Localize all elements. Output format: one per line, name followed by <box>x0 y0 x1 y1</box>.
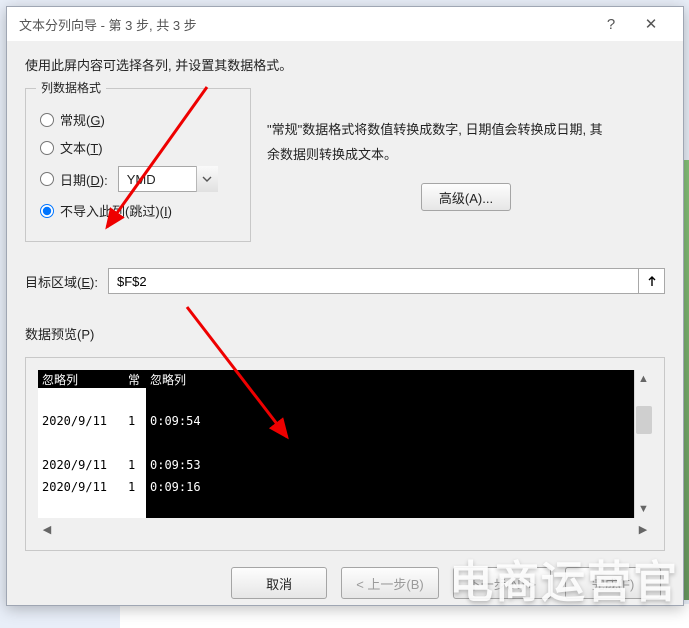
table-cell <box>124 388 146 410</box>
table-cell: 2020/9/11 <box>38 410 124 432</box>
titlebar: 文本分列向导 - 第 3 步, 共 3 步 ? ✕ <box>7 7 683 41</box>
scroll-down-icon[interactable]: ▼ <box>635 500 653 518</box>
table-cell: 0:09:16 <box>146 476 652 498</box>
table-cell: 2020/9/11 <box>38 476 124 498</box>
table-cell: 0:09:54 <box>146 410 652 432</box>
radio-general[interactable]: 常规(G) <box>40 110 236 129</box>
chevron-down-icon[interactable] <box>196 166 218 192</box>
preview-col-2[interactable]: 常 1 1 1 <box>124 370 146 518</box>
wizard-dialog: 文本分列向导 - 第 3 步, 共 3 步 ? ✕ 使用此屏内容可选择各列, 并… <box>6 6 684 606</box>
radio-date-label: 日期( <box>60 173 90 188</box>
scrollbar-thumb[interactable] <box>636 406 652 434</box>
table-cell: 1 <box>124 454 146 476</box>
group-legend: 列数据格式 <box>36 79 106 96</box>
preview-col1-header: 忽略列 <box>38 370 124 388</box>
close-button[interactable]: ✕ <box>631 7 671 41</box>
destination-label: 目标区域(E): <box>25 272 98 291</box>
scroll-up-icon[interactable]: ▲ <box>635 370 653 388</box>
cancel-button[interactable]: 取消 <box>231 567 327 599</box>
finish-button[interactable]: 完成(F) <box>565 567 661 599</box>
preview-box: 忽略列 2020/9/11 2020/9/11 2020/9/11 常 1 <box>25 357 665 551</box>
table-cell: 1 <box>124 476 146 498</box>
preview-col-1[interactable]: 忽略列 2020/9/11 2020/9/11 2020/9/11 <box>38 370 124 518</box>
column-format-group: 列数据格式 常规(G) 文本(T) 日期(D): <box>25 88 251 242</box>
table-cell <box>38 432 124 454</box>
table-cell: 2020/9/11 <box>38 454 124 476</box>
scroll-right-icon[interactable]: ▶ <box>634 520 652 538</box>
radio-skip-input[interactable] <box>40 204 54 218</box>
radio-date-input[interactable] <box>40 172 54 186</box>
range-picker-icon[interactable] <box>639 268 665 294</box>
format-description: "常规"数据格式将数值转换成数字, 日期值会转换成日期, 其 余数据则转换成文本… <box>267 118 665 167</box>
dialog-footer: 取消 < 上一步(B) 下一步(N) > 完成(F) <box>25 567 665 599</box>
help-button[interactable]: ? <box>591 7 631 41</box>
preview-col-3[interactable]: 忽略列 0:09:54 0:09:53 0:09:16 <box>146 370 652 518</box>
preview-grid[interactable]: 忽略列 2020/9/11 2020/9/11 2020/9/11 常 1 <box>38 370 652 518</box>
table-cell: 0:09:53 <box>146 454 652 476</box>
preview-label: 数据预览(P) <box>25 324 665 343</box>
radio-skip[interactable]: 不导入此列(跳过)(I) <box>40 201 236 220</box>
destination-input[interactable] <box>108 268 639 294</box>
horizontal-scrollbar[interactable]: ◀ ▶ <box>38 520 652 538</box>
radio-general-input[interactable] <box>40 113 54 127</box>
back-button[interactable]: < 上一步(B) <box>341 567 439 599</box>
table-cell <box>38 388 124 410</box>
table-cell <box>146 432 652 454</box>
radio-general-hotkey: G <box>90 113 100 128</box>
date-format-value: YMD <box>127 172 156 187</box>
table-cell <box>124 432 146 454</box>
advanced-button[interactable]: 高级(A)... <box>421 183 511 211</box>
radio-date-hotkey: D <box>90 173 99 188</box>
radio-general-label: 常规( <box>60 113 90 128</box>
radio-date[interactable]: 日期(D): YMD <box>40 166 236 192</box>
radio-skip-label: 不导入此列(跳过)( <box>60 204 164 219</box>
dialog-subtitle: 使用此屏内容可选择各列, 并设置其数据格式。 <box>25 55 665 74</box>
preview-col3-header: 忽略列 <box>146 370 652 388</box>
preview-col2-header: 常 <box>124 370 146 388</box>
radio-text-input[interactable] <box>40 141 54 155</box>
table-cell: 1 <box>124 410 146 432</box>
next-button[interactable]: 下一步(N) > <box>453 567 551 599</box>
table-cell <box>146 388 652 410</box>
dialog-title: 文本分列向导 - 第 3 步, 共 3 步 <box>19 15 197 34</box>
vertical-scrollbar[interactable]: ▲ ▼ <box>634 370 652 518</box>
date-format-combo[interactable]: YMD <box>118 166 218 192</box>
radio-text-label: 文本( <box>60 141 90 156</box>
scroll-left-icon[interactable]: ◀ <box>38 520 56 538</box>
radio-text[interactable]: 文本(T) <box>40 138 236 157</box>
